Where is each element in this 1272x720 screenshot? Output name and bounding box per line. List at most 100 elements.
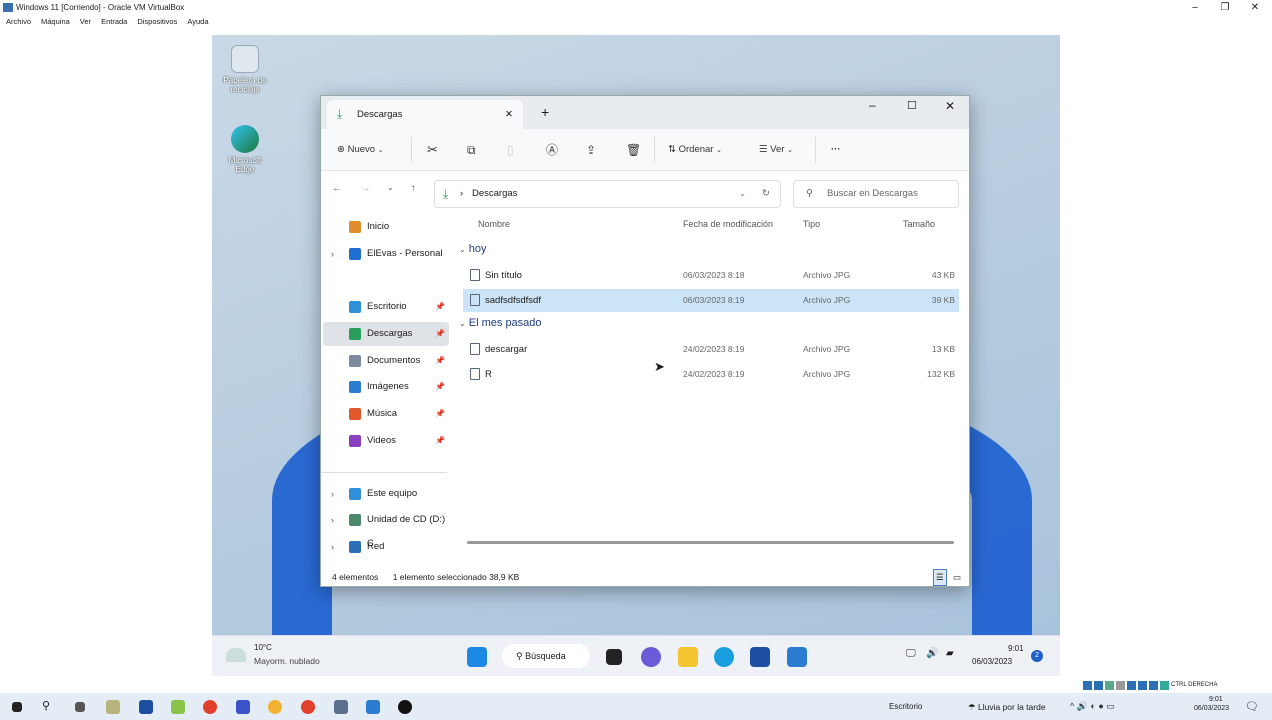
- menu-archivo[interactable]: Archivo: [6, 15, 31, 29]
- status-icon[interactable]: [1116, 681, 1125, 690]
- column-header-size[interactable]: Tamaño: [903, 219, 935, 229]
- clock-date[interactable]: 06/03/2023: [972, 657, 1012, 666]
- status-icon[interactable]: [1138, 681, 1147, 690]
- status-icon[interactable]: [1160, 681, 1169, 690]
- host-clock-date[interactable]: 06/03/2023: [1194, 705, 1229, 712]
- more-options-button[interactable]: ···: [831, 129, 841, 171]
- notifications-icon[interactable]: 🗨: [1245, 700, 1259, 713]
- back-icon[interactable]: ←: [332, 183, 342, 194]
- chrome-icon[interactable]: [203, 700, 217, 714]
- up-icon[interactable]: ↑: [411, 183, 416, 194]
- sidebar-item[interactable]: Escritorio 📌: [323, 295, 449, 319]
- file-row[interactable]: descargar 24/02/2023 8:19 Archivo JPG 13 KB: [463, 338, 959, 361]
- column-header-name[interactable]: Nombre: [478, 219, 510, 229]
- copy-icon[interactable]: ⧉: [467, 129, 476, 171]
- app-icon[interactable]: [268, 700, 282, 714]
- store-icon[interactable]: [139, 700, 153, 714]
- edge-icon[interactable]: [714, 647, 734, 667]
- menu-entrada[interactable]: Entrada: [101, 15, 127, 29]
- chrome-icon[interactable]: [301, 700, 315, 714]
- status-icon[interactable]: [1105, 681, 1114, 690]
- app-icon[interactable]: [236, 700, 250, 714]
- group-header[interactable]: ⌄ hoy: [459, 243, 487, 255]
- window-minimize-button[interactable]: –: [869, 98, 876, 112]
- column-header-date[interactable]: Fecha de modificación: [683, 219, 773, 229]
- search-button[interactable]: ⚲ Búsqueda: [502, 644, 590, 668]
- virtualbox-icon[interactable]: [334, 700, 348, 714]
- sidebar-item[interactable]: › Red: [323, 535, 449, 559]
- store-icon[interactable]: [750, 647, 770, 667]
- app-icon[interactable]: [106, 700, 120, 714]
- menu-maquina[interactable]: Máquina: [41, 15, 70, 29]
- volume-icon[interactable]: 🔊: [926, 648, 938, 659]
- notepad-icon[interactable]: [171, 700, 185, 714]
- sort-button[interactable]: ⇅ Ordenar ⌄: [668, 129, 722, 171]
- desktop-toolbar-label[interactable]: Escritorio: [889, 702, 922, 711]
- window-close-button[interactable]: ✕: [945, 99, 955, 113]
- file-row[interactable]: sadfsdfsdfsdf 06/03/2023 8:19 Archivo JPG 3…: [463, 289, 959, 312]
- breadcrumb-descargas[interactable]: Descargas: [472, 188, 517, 199]
- refresh-icon[interactable]: ↻: [762, 181, 770, 207]
- desktop-icon-recycle-bin[interactable]: Papelera de reciclaje: [220, 45, 270, 94]
- sidebar-item[interactable]: Música 📌: [323, 402, 449, 426]
- recent-chevron-icon[interactable]: ⌄: [387, 183, 394, 192]
- expand-chevron-icon[interactable]: ›: [331, 535, 334, 559]
- paste-icon[interactable]: ▯: [507, 129, 514, 171]
- close-button[interactable]: ✕: [1240, 0, 1270, 15]
- desktop-icon-edge[interactable]: Microsoft Edge: [220, 125, 270, 174]
- group-header[interactable]: ⌄ El mes pasado: [459, 317, 542, 329]
- sidebar-item[interactable]: Inicio: [323, 215, 449, 239]
- sidebar-item[interactable]: Videos 📌: [323, 429, 449, 453]
- cut-icon[interactable]: ✂: [427, 129, 438, 171]
- teams-chat-icon[interactable]: [641, 647, 661, 667]
- column-header-type[interactable]: Tipo: [803, 219, 820, 229]
- app-icon[interactable]: [398, 700, 412, 714]
- expand-chevron-icon[interactable]: ›: [331, 482, 334, 506]
- share-icon[interactable]: ⇪: [586, 129, 596, 171]
- horizontal-scrollbar[interactable]: [467, 541, 954, 544]
- close-tab-icon[interactable]: ✕: [505, 100, 513, 129]
- status-icon[interactable]: [1127, 681, 1136, 690]
- status-icon[interactable]: [1094, 681, 1103, 690]
- windows-start-icon[interactable]: [12, 702, 22, 712]
- sidebar-item[interactable]: Descargas 📌: [323, 322, 449, 346]
- sidebar-item[interactable]: Documentos 📌: [323, 349, 449, 373]
- tab-descargas[interactable]: ⤓ Descargas ✕: [327, 100, 523, 129]
- photos-icon[interactable]: [787, 647, 807, 667]
- tray-icons[interactable]: ^ 🔊 ◐ ● ▭: [1070, 701, 1115, 712]
- network-icon[interactable]: 🖵: [906, 648, 916, 659]
- file-explorer-icon[interactable]: [678, 647, 698, 667]
- notification-badge[interactable]: 2: [1031, 650, 1043, 662]
- details-view-icon[interactable]: ☰: [933, 569, 947, 586]
- task-view-icon[interactable]: [606, 649, 622, 665]
- file-row[interactable]: Sin título 06/03/2023 8:18 Archivo JPG 43 K…: [463, 264, 959, 287]
- delete-icon[interactable]: 🗑: [626, 129, 641, 171]
- maximize-button[interactable]: ❐: [1210, 0, 1240, 15]
- collapse-chevron-icon[interactable]: ⌄: [459, 245, 466, 254]
- sidebar-item[interactable]: › Unidad de CD (D:) C: [323, 508, 449, 549]
- view-button[interactable]: ☰ Ver ⌄: [759, 129, 793, 171]
- status-icon[interactable]: [1083, 681, 1092, 690]
- sidebar-item[interactable]: Imágenes 📌: [323, 375, 449, 399]
- menu-dispositivos[interactable]: Dispositivos: [137, 15, 177, 29]
- expand-chevron-icon[interactable]: ›: [331, 508, 334, 532]
- start-icon[interactable]: [467, 647, 487, 667]
- clock-time[interactable]: 9:01: [1008, 644, 1024, 653]
- rename-icon[interactable]: Ⓐ: [546, 129, 558, 171]
- menu-ayuda[interactable]: Ayuda: [187, 15, 208, 29]
- address-bar[interactable]: ⤓ › Descargas ⌄ ↻: [434, 180, 781, 208]
- task-view-icon[interactable]: [75, 702, 85, 712]
- forward-icon[interactable]: →: [361, 183, 371, 194]
- address-dropdown-icon[interactable]: ⌄: [739, 181, 746, 207]
- window-maximize-button[interactable]: ☐: [907, 99, 917, 112]
- new-button[interactable]: ⊕ Nuevo ⌄: [337, 129, 384, 171]
- weather-desc[interactable]: Mayorm. nublado: [254, 656, 320, 666]
- search-icon[interactable]: ⚲: [42, 699, 50, 712]
- vm-window-icon[interactable]: [366, 700, 380, 714]
- sidebar-item[interactable]: › ElEvas - Personal: [323, 242, 449, 266]
- host-clock-time[interactable]: 9:01: [1209, 696, 1223, 703]
- collapse-chevron-icon[interactable]: ⌄: [459, 319, 466, 328]
- status-icon[interactable]: [1149, 681, 1158, 690]
- search-box[interactable]: ⚲ Buscar en Descargas: [793, 180, 959, 208]
- tiles-view-icon[interactable]: ▭: [953, 569, 961, 586]
